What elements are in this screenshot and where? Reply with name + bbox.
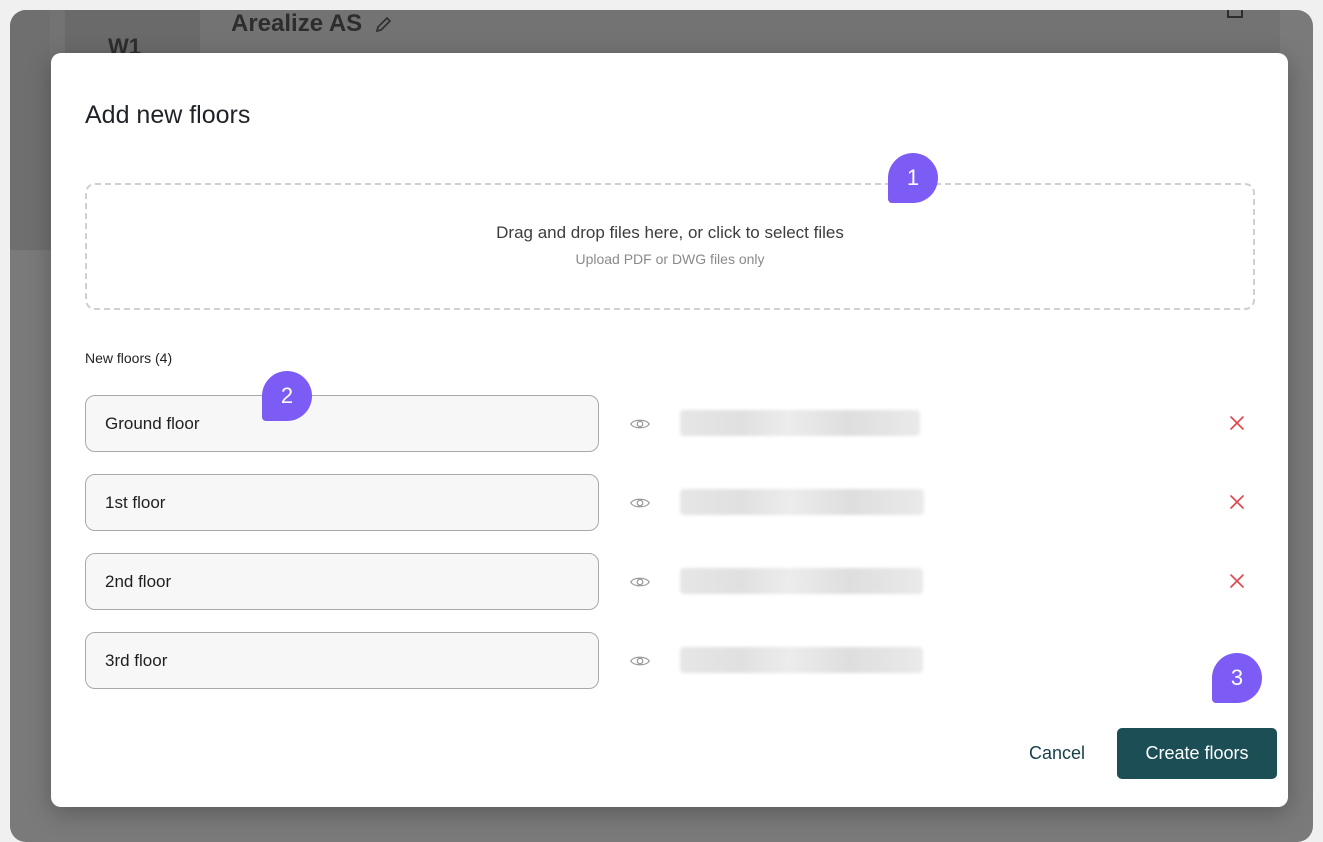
project-title: Arealize AS: [231, 10, 394, 38]
background-sidebar: [10, 10, 50, 250]
file-name-redacted: [680, 647, 923, 673]
add-floors-dialog: Add new floors Drag and drop files here,…: [51, 53, 1288, 807]
file-name-redacted: [680, 410, 920, 436]
pencil-icon: [376, 16, 392, 33]
floor-row: [85, 474, 1255, 531]
floor-row: [85, 553, 1255, 610]
file-name-redacted: [680, 568, 923, 594]
floor-name-input[interactable]: [85, 553, 599, 610]
eye-icon[interactable]: [629, 492, 651, 514]
dialog-title: Add new floors: [85, 101, 251, 129]
close-icon[interactable]: [1227, 492, 1247, 512]
floor-row: [85, 395, 1255, 452]
floor-name-input[interactable]: [85, 474, 599, 531]
eye-icon[interactable]: [629, 413, 651, 435]
dropzone-instruction: Drag and drop files here, or click to se…: [496, 222, 844, 242]
create-floors-button[interactable]: Create floors: [1117, 728, 1277, 779]
callout-badge: 2: [262, 371, 312, 421]
eye-icon[interactable]: [629, 571, 651, 593]
cancel-button[interactable]: Cancel: [1017, 728, 1097, 778]
dropzone-hint: Upload PDF or DWG files only: [575, 250, 765, 267]
floor-row: [85, 632, 1255, 689]
eye-icon[interactable]: [629, 650, 651, 672]
project-title-text: Arealize AS: [231, 10, 363, 37]
close-icon[interactable]: [1227, 413, 1247, 433]
new-floors-label: New floors (4): [85, 350, 173, 366]
close-icon[interactable]: [1227, 571, 1247, 591]
floor-name-input[interactable]: [85, 395, 599, 452]
file-dropzone[interactable]: Drag and drop files here, or click to se…: [85, 183, 1255, 310]
callout-badge: 1: [888, 153, 938, 203]
floor-name-input[interactable]: [85, 632, 599, 689]
callout-badge: 3: [1212, 653, 1262, 703]
background-menu-icon: [1227, 10, 1243, 18]
file-name-redacted: [680, 489, 924, 515]
